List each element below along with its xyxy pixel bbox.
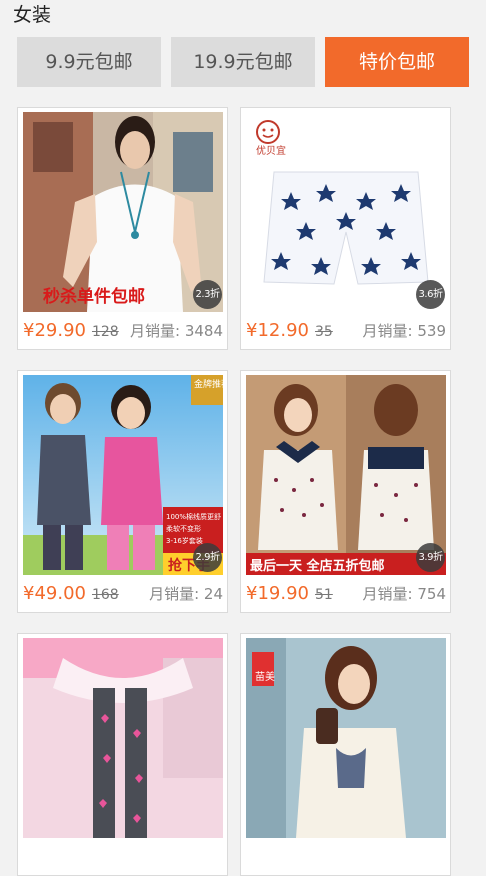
product-info: ¥29.90 128 月销量: 3484: [23, 320, 223, 346]
filter-19-9-free-shipping-button[interactable]: 19.9元包邮: [171, 37, 315, 87]
image-promo-text: 秒杀单件包邮: [43, 286, 145, 307]
product-image: 优贝宜 3.6折: [246, 112, 446, 312]
product-image: 最后一天 全店五折包邮 3.9折: [246, 375, 446, 575]
discount-badge: 3.9折: [416, 543, 445, 572]
promo-line: 柔软不变形: [166, 524, 201, 533]
badge-text: 金牌推荐: [194, 378, 223, 390]
image-promo-text: 最后一天 全店五折包邮: [250, 558, 385, 574]
monthly-sales: 月销量: 539: [362, 322, 446, 340]
brand-text: 苗美: [255, 670, 275, 683]
filter-9-9-free-shipping-button[interactable]: 9.9元包邮: [17, 37, 161, 87]
original-price: 51: [314, 587, 333, 603]
product-card[interactable]: 秒杀单件包邮 2.3折 ¥29.90 128 月销量: 3484: [17, 107, 228, 350]
product-card[interactable]: 最后一天 全店五折包邮 3.9折 ¥19.90 51 月销量: 754: [240, 370, 451, 613]
promo-line: 3-16岁套装: [166, 536, 203, 545]
brand-text: 优贝宜: [256, 144, 286, 157]
price: ¥49.00: [23, 583, 86, 604]
price: ¥19.90: [246, 583, 309, 604]
price: ¥29.90: [23, 320, 86, 341]
discount-badge: 2.9折: [193, 543, 222, 572]
filter-special-price-button[interactable]: 特价包邮: [325, 37, 469, 87]
original-price: 128: [91, 324, 119, 340]
product-info: ¥19.90 51 月销量: 754: [246, 583, 446, 609]
discount-badge: 2.3折: [193, 280, 222, 309]
price: ¥12.90: [246, 320, 309, 341]
discount-badge: 3.6折: [416, 280, 445, 309]
product-card[interactable]: [17, 633, 228, 876]
product-image: 金牌推荐 100%棉线质更舒 柔软不变形 3-16岁套装 抢下手 2.9折: [23, 375, 223, 575]
product-image: [23, 638, 223, 838]
original-price: 168: [91, 587, 119, 603]
product-info: ¥49.00 168 月销量: 24: [23, 583, 223, 609]
monthly-sales: 月销量: 24: [149, 585, 223, 603]
monthly-sales: 月销量: 754: [362, 585, 446, 603]
monthly-sales: 月销量: 3484: [130, 322, 223, 340]
product-info: ¥12.90 35 月销量: 539: [246, 320, 446, 346]
product-card[interactable]: 金牌推荐 100%棉线质更舒 柔软不变形 3-16岁套装 抢下手 2.9折 ¥4…: [17, 370, 228, 613]
promo-line: 100%棉线质更舒: [166, 512, 221, 521]
product-card[interactable]: 优贝宜 3.6折 ¥12.90 35 月销量: 539: [240, 107, 451, 350]
product-image: 秒杀单件包邮 2.3折: [23, 112, 223, 312]
original-price: 35: [314, 324, 333, 340]
product-card[interactable]: 苗美: [240, 633, 451, 876]
filter-bar: 9.9元包邮 19.9元包邮 特价包邮: [0, 30, 486, 87]
product-image: 苗美: [246, 638, 446, 838]
product-grid: 秒杀单件包邮 2.3折 ¥29.90 128 月销量: 3484 优贝宜 3.6…: [0, 87, 486, 876]
page-title: 女装: [13, 4, 52, 26]
